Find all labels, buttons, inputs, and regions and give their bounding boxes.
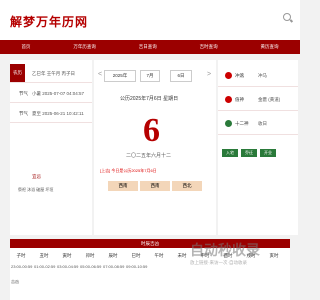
solar-term-row: 节气 夏至 2025-06-21 10:42:11 <box>10 104 92 123</box>
site-logo[interactable]: 解梦万年历网 <box>10 13 88 30</box>
site-header: 解梦万年历网 <box>0 0 300 40</box>
left-panel: 农历 乙巳年 壬午月 丙子日 节气 小暑 2025-07-07 04:04:57… <box>10 60 92 235</box>
watermark-sub: 放上链接·来访一次·自动收录 <box>190 260 247 265</box>
row-key: 节气 <box>19 111 28 116</box>
direction-tab[interactable]: 西北 <box>172 181 202 191</box>
row-value: 冲马 <box>258 73 267 78</box>
table-cell: 05:00-06:59 <box>80 264 102 269</box>
table-cell: 03:00-04:59 <box>57 264 79 269</box>
table-header: 丑时 <box>39 253 49 258</box>
table-header: 子时 <box>16 253 26 258</box>
lunar-row: 农历 乙巳年 壬午月 丙子日 <box>10 64 92 83</box>
prev-arrow-icon[interactable]: < <box>98 71 102 78</box>
row-value: 金匮 (黄道) <box>258 97 281 102</box>
ji-label: 宜忌 <box>32 174 41 179</box>
watermark: 自动秒收录 放上链接·来访一次·自动收录 <box>190 240 295 276</box>
month-select[interactable]: 7月 <box>140 70 160 82</box>
table-header: 卯时 <box>85 253 95 258</box>
row-value: 小暑 2025-07-07 04:04:57 <box>32 91 85 96</box>
nav-item-good-days[interactable]: 吉日查询 <box>139 44 157 50</box>
nav-item-home[interactable]: 首页 <box>21 44 30 50</box>
row-value: 乙巳年 壬午月 丙子日 <box>32 71 75 76</box>
table-cell: 07:00-08:59 <box>103 264 125 269</box>
ji-text: 祭祀 沐浴 破屋 坏垣 <box>18 187 54 192</box>
yi-badge[interactable]: 开业 <box>260 149 276 157</box>
dot-icon <box>225 96 232 103</box>
search-icon[interactable] <box>283 13 291 21</box>
table-cell: 01:00-02:59 <box>34 264 56 269</box>
solar-term-row: 节气 小暑 2025-07-07 04:04:57 <box>10 84 92 103</box>
dot-icon <box>225 120 232 127</box>
row-key: 节气 <box>19 91 28 96</box>
table-header: 午时 <box>154 253 164 258</box>
table-header: 巳时 <box>131 253 141 258</box>
solar-date: 公历2025年7月6日 星期日 <box>120 96 179 102</box>
watermark-title: 自动秒收录 <box>190 242 260 258</box>
table-row-label: 吉凶 <box>11 279 19 284</box>
table-cell: 09:00-10:59 <box>126 264 148 269</box>
right-row: 值神 金匮 (黄道) <box>218 90 298 111</box>
main-nav: 首页 万年历查询 吉日查询 吉时查询 黄历查询 <box>0 40 300 54</box>
row-key: 农历 <box>10 64 25 82</box>
row-key: 冲煞 <box>235 73 244 78</box>
dot-icon <box>225 72 232 79</box>
right-row: 十二神 收日 <box>218 114 298 135</box>
day-note: [上吉] 今日是公历2025年7月6日 <box>100 168 157 173</box>
table-header: 辰时 <box>108 253 118 258</box>
nav-item-good-hours[interactable]: 吉时查询 <box>200 44 218 50</box>
big-day-number: 6 <box>143 112 160 149</box>
next-arrow-icon[interactable]: > <box>207 71 211 78</box>
yi-badge[interactable]: 乔迁 <box>241 149 257 157</box>
row-value: 收日 <box>258 121 267 126</box>
table-cell: 23:00-00:59 <box>11 264 33 269</box>
lunar-date: 二〇二五年六月十二 <box>126 153 172 159</box>
nav-item-calendar[interactable]: 万年历查询 <box>73 44 96 50</box>
nav-item-almanac[interactable]: 黄历查询 <box>261 44 279 50</box>
right-row: 冲煞 冲马 <box>218 66 298 87</box>
row-key: 十二神 <box>235 121 249 126</box>
direction-tab[interactable]: 西南 <box>108 181 138 191</box>
row-key: 值神 <box>235 97 244 102</box>
day-select[interactable]: 6日 <box>170 70 192 82</box>
row-value: 夏至 2025-06-21 10:42:11 <box>32 111 84 116</box>
direction-tab[interactable]: 西南 <box>140 181 170 191</box>
yi-badge[interactable]: 入宅 <box>222 149 238 157</box>
table-header: 寅时 <box>62 253 72 258</box>
year-select[interactable]: 2025年 <box>104 70 136 82</box>
